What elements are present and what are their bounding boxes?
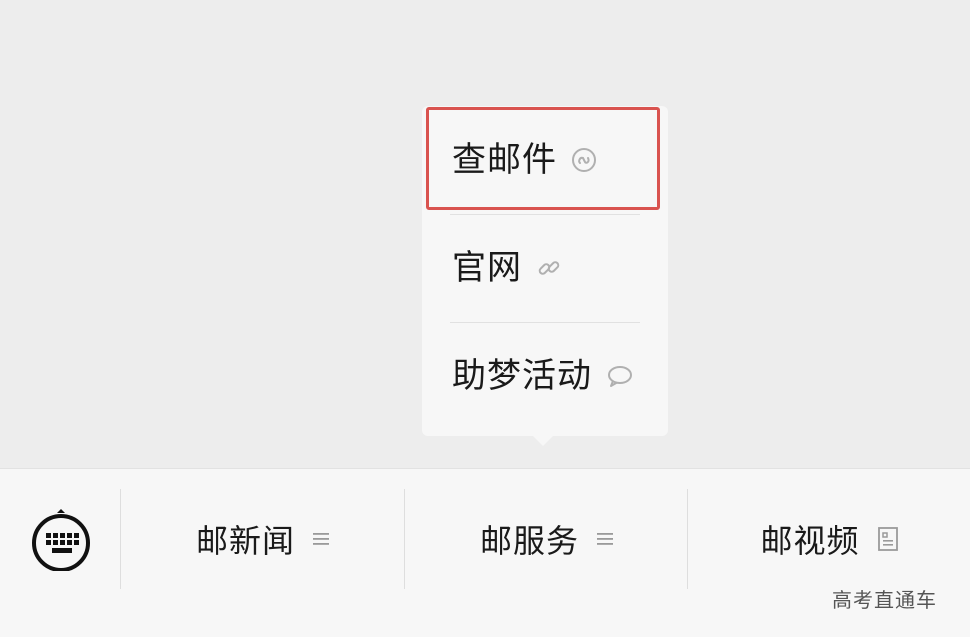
submenu-item-check-mail[interactable]: 查邮件 xyxy=(422,106,668,214)
menu-tab-label: 邮新闻 xyxy=(195,522,295,560)
keyboard-toggle-button[interactable] xyxy=(30,509,92,572)
submenu-item-label: 助梦活动 xyxy=(452,356,592,396)
bottom-menu-bar: 邮新闻 邮服务 邮视频 xyxy=(0,468,970,637)
mini-program-icon xyxy=(571,147,597,173)
menu-tab-services[interactable]: 邮服务 xyxy=(405,469,688,609)
submenu-item-label: 查邮件 xyxy=(452,140,557,180)
submenu-item-label: 官网 xyxy=(452,248,522,288)
keyboard-icon xyxy=(32,509,90,572)
submenu-item-dream-activity[interactable]: 助梦活动 xyxy=(422,322,668,430)
chat-screen: 查邮件 官网 助梦活动 邮新闻 邮服务 邮视频 高考直通车 xyxy=(0,0,970,637)
link-icon xyxy=(536,255,562,281)
watermark-text: 高考直通车 xyxy=(832,588,937,612)
article-icon xyxy=(877,527,898,551)
service-submenu: 查邮件 官网 助梦活动 xyxy=(422,106,668,436)
menu-tab-label: 邮服务 xyxy=(479,522,579,560)
menu-lines-icon xyxy=(597,531,613,547)
chat-bubble-icon xyxy=(606,363,634,389)
menu-lines-icon xyxy=(313,531,329,547)
menu-tab-label: 邮视频 xyxy=(760,522,860,560)
submenu-item-official-site[interactable]: 官网 xyxy=(422,214,668,322)
submenu-pointer xyxy=(533,436,553,446)
menu-tab-news[interactable]: 邮新闻 xyxy=(121,469,404,609)
